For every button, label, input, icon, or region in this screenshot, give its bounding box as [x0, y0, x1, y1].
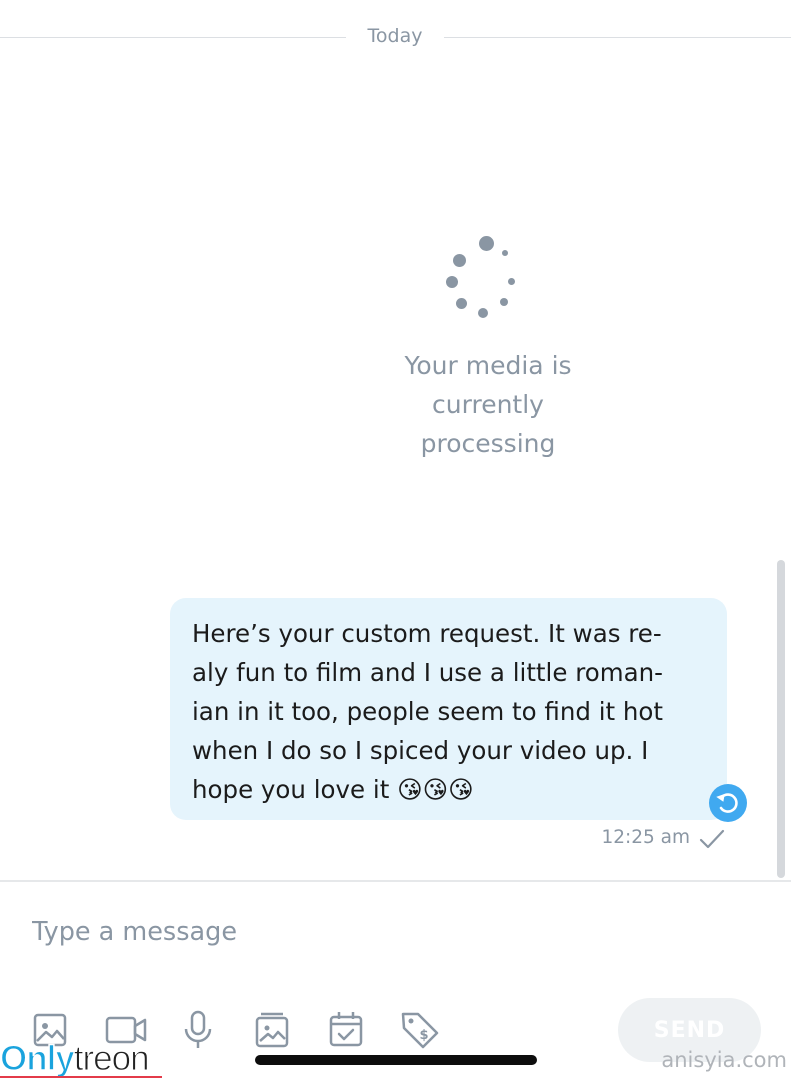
message-input[interactable]: [18, 906, 732, 958]
watermark-logo-part2: treon: [73, 1039, 150, 1079]
processing-status-text: Your media is currently processing: [404, 351, 572, 458]
scrollbar-thumb[interactable]: [777, 560, 785, 878]
home-indicator[interactable]: [255, 1055, 537, 1065]
svg-text:$: $: [419, 1028, 428, 1043]
divider-line: [444, 37, 791, 38]
microphone-icon: [184, 1010, 212, 1048]
check-icon: [699, 829, 725, 849]
watermark-text: anisyia.com: [661, 1048, 787, 1072]
voice-message-button[interactable]: [176, 1008, 220, 1052]
media-processing-placeholder[interactable]: Your media is currently processing: [360, 236, 616, 466]
date-divider: Today: [0, 22, 791, 52]
undo-icon: [716, 793, 738, 813]
schedule-icon: [329, 1012, 363, 1047]
watermark-underline: [0, 1076, 162, 1078]
divider-line: [0, 37, 346, 38]
loading-spinner-icon: [446, 236, 530, 320]
watermark-logo-part1: Only: [0, 1038, 76, 1079]
set-price-button[interactable]: $: [398, 1008, 442, 1052]
composer-divider: [0, 880, 791, 882]
gallery-icon: [255, 1012, 289, 1048]
message-meta: 12:25 am: [560, 824, 730, 854]
message-bubble[interactable]: Here’s your custom request. It was re- a…: [170, 598, 727, 820]
schedule-button[interactable]: [324, 1008, 368, 1052]
undo-button[interactable]: [709, 784, 747, 822]
date-label: Today: [367, 25, 423, 47]
message-text: Here’s your custom request. It was re- a…: [192, 619, 664, 804]
vault-button[interactable]: [250, 1008, 294, 1052]
message-time: 12:25 am: [601, 827, 690, 848]
chat-screen: Today Your media is currently processing…: [0, 0, 791, 1080]
watermark-logo: Onlytreon: [0, 1038, 150, 1080]
price-tag-icon: $: [401, 1012, 439, 1049]
